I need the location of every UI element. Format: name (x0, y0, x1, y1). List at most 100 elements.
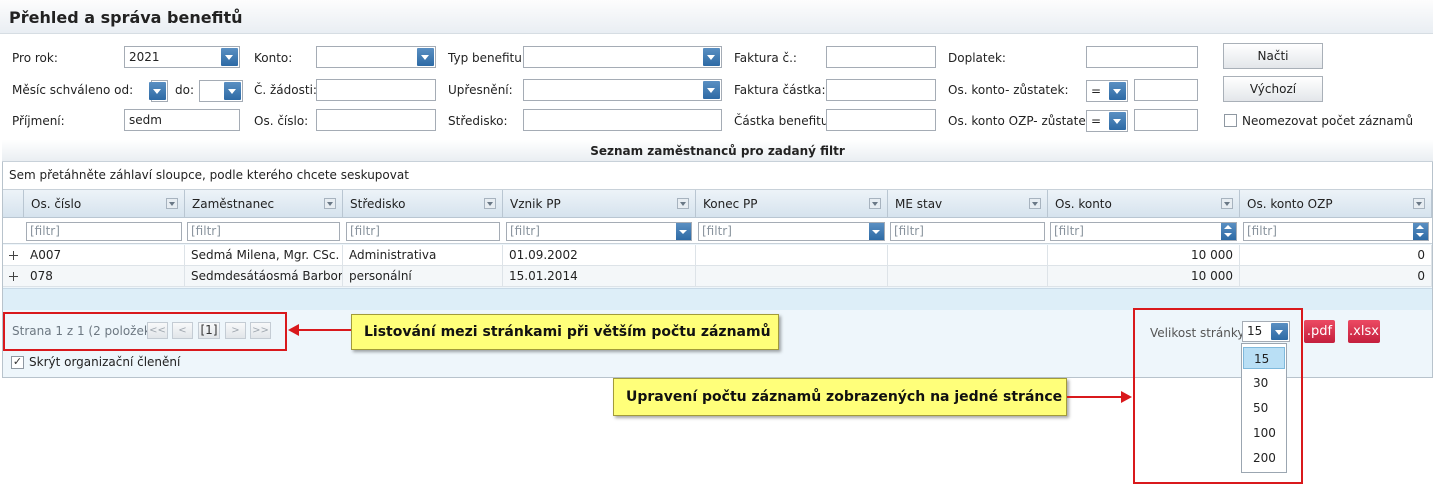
table-row[interactable]: A007 Sedmá Milena, Mgr. CSc. Administrat… (3, 245, 1432, 266)
column-label: Vznik PP (510, 197, 561, 211)
os-konto-zustatek-input[interactable] (1134, 79, 1198, 101)
column-label: ME stav (895, 197, 943, 211)
cell-stredisko: Administrativa (343, 245, 503, 266)
dropdown-arrow-icon[interactable] (1109, 82, 1126, 100)
page-title: Přehled a správa benefitů (9, 8, 243, 27)
stredisko-input[interactable] (523, 109, 722, 131)
konto-select[interactable] (316, 46, 436, 68)
typ-benefitu-label: Typ benefitu: (448, 51, 526, 65)
column-header-os-konto-ozp[interactable]: Os. konto OZP (1240, 190, 1432, 218)
doplatek-input[interactable] (1086, 46, 1198, 68)
neomezovat-checkbox[interactable] (1224, 114, 1237, 127)
column-menu-icon[interactable] (324, 198, 336, 209)
pro-rok-select[interactable]: 2021 (124, 46, 240, 68)
prijmeni-input[interactable]: sedm (124, 109, 240, 131)
export-pdf-button[interactable]: .pdf (1304, 320, 1335, 343)
os-cislo-label: Os. číslo: (254, 114, 309, 128)
do-select[interactable] (199, 80, 243, 102)
page-size-highlight-box (1133, 308, 1303, 484)
date-dropdown-icon[interactable] (676, 223, 691, 240)
spinner-icon[interactable] (1413, 223, 1428, 240)
neomezovat-label: Neomezovat počet záznamů (1242, 114, 1414, 128)
cell-konec-pp (696, 245, 888, 266)
column-menu-icon[interactable] (166, 198, 178, 209)
castka-benefitu-input[interactable] (826, 109, 936, 131)
dropdown-arrow-icon[interactable] (703, 48, 720, 66)
operator-value: = (1091, 84, 1102, 98)
dropdown-arrow-icon[interactable] (224, 82, 241, 100)
dropdown-arrow-icon[interactable] (417, 48, 434, 66)
expand-row-icon[interactable] (9, 272, 18, 281)
cell-os-konto-ozp: 0 (1240, 266, 1432, 287)
filter-os-konto[interactable]: [filtr] (1050, 222, 1237, 241)
arrow-right-icon (1121, 391, 1132, 403)
nacti-button[interactable]: Načti (1223, 43, 1323, 69)
column-header-stredisko[interactable]: Středisko (343, 190, 503, 218)
column-header-os-cislo[interactable]: Os. číslo (24, 190, 185, 218)
c-zadosti-input[interactable] (316, 79, 436, 101)
cell-zamestnanec: Sedmá Milena, Mgr. CSc. (185, 245, 343, 266)
filter-vznik-pp[interactable]: [filtr] (506, 222, 692, 241)
column-menu-icon[interactable] (484, 198, 496, 209)
filter-os-konto-ozp[interactable]: [filtr] (1243, 222, 1429, 241)
dropdown-arrow-icon[interactable] (1109, 112, 1126, 130)
do-label: do: (175, 83, 195, 97)
cell-os-cislo: 078 (24, 266, 185, 287)
pager-bar (3, 288, 1432, 310)
faktura-c-input[interactable] (826, 46, 936, 68)
pro-rok-value: 2021 (129, 50, 160, 64)
column-label: Os. konto OZP (1247, 197, 1333, 211)
cell-zamestnanec: Sedmdesátáosmá Barbora (185, 266, 343, 287)
grid-title: Seznam zaměstnanců pro zadaný filtr (2, 140, 1433, 162)
dropdown-arrow-icon[interactable] (703, 81, 720, 99)
filter-os-cislo[interactable]: [filtr] (26, 222, 182, 241)
cell-stredisko: personální (343, 266, 503, 287)
column-menu-icon[interactable] (1413, 198, 1425, 209)
column-menu-icon[interactable] (1221, 198, 1233, 209)
faktura-castka-input[interactable] (826, 79, 936, 101)
filter-stredisko[interactable]: [filtr] (346, 222, 500, 241)
column-header-vznik-pp[interactable]: Vznik PP (503, 190, 696, 218)
hide-org-label: Skrýt organizační členění (29, 355, 181, 369)
vychozi-button[interactable]: Výchozí (1223, 76, 1323, 102)
column-header-os-konto[interactable]: Os. konto (1048, 190, 1240, 218)
mesic-od-select[interactable] (149, 80, 168, 102)
filter-placeholder: [filtr] (702, 224, 732, 238)
column-label: Os. číslo (31, 197, 82, 211)
group-by-panel[interactable]: Sem přetáhněte záhlaví sloupce, podle kt… (3, 162, 1432, 190)
hide-org-checkbox[interactable]: ✓ (11, 356, 24, 369)
upresneni-select[interactable] (523, 79, 722, 101)
stredisko-label: Středisko: (448, 114, 508, 128)
typ-benefitu-select[interactable] (523, 46, 722, 68)
dropdown-arrow-icon[interactable] (149, 82, 166, 100)
table-row[interactable]: 078 Sedmdesátáosmá Barbora personální 15… (3, 266, 1432, 287)
os-cislo-input[interactable] (316, 109, 436, 131)
column-menu-icon[interactable] (1029, 198, 1041, 209)
os-konto-ozp-input[interactable] (1134, 109, 1198, 131)
column-menu-icon[interactable] (869, 198, 881, 209)
os-konto-zustatek-operator[interactable]: = (1086, 80, 1128, 102)
upresneni-label: Upřesnění: (448, 83, 513, 97)
dropdown-arrow-icon[interactable] (221, 48, 238, 66)
cell-me-stav (888, 266, 1048, 287)
os-konto-ozp-operator[interactable]: = (1086, 110, 1128, 132)
filter-placeholder: [filtr] (510, 224, 540, 238)
column-header-me-stav[interactable]: ME stav (888, 190, 1048, 218)
filter-me-stav[interactable]: [filtr] (890, 222, 1045, 241)
column-header-konec-pp[interactable]: Konec PP (696, 190, 888, 218)
page-size-callout: Upravení počtu záznamů zobrazených na je… (613, 378, 1067, 416)
column-header-zamestnanec[interactable]: Zaměstnanec (185, 190, 343, 218)
column-menu-icon[interactable] (677, 198, 689, 209)
expand-row-icon[interactable] (9, 251, 18, 260)
filter-konec-pp[interactable]: [filtr] (698, 222, 885, 241)
faktura-c-label: Faktura č.: (734, 51, 797, 65)
cell-os-konto-ozp: 0 (1240, 245, 1432, 266)
filter-zamestnanec[interactable]: [filtr] (187, 222, 340, 241)
date-dropdown-icon[interactable] (869, 223, 884, 240)
cell-konec-pp (696, 266, 888, 287)
filter-placeholder: [filtr] (1247, 224, 1277, 238)
cell-os-cislo: A007 (24, 245, 185, 266)
cell-me-stav (888, 245, 1048, 266)
export-xlsx-button[interactable]: .xlsx (1348, 320, 1380, 343)
spinner-icon[interactable] (1221, 223, 1236, 240)
